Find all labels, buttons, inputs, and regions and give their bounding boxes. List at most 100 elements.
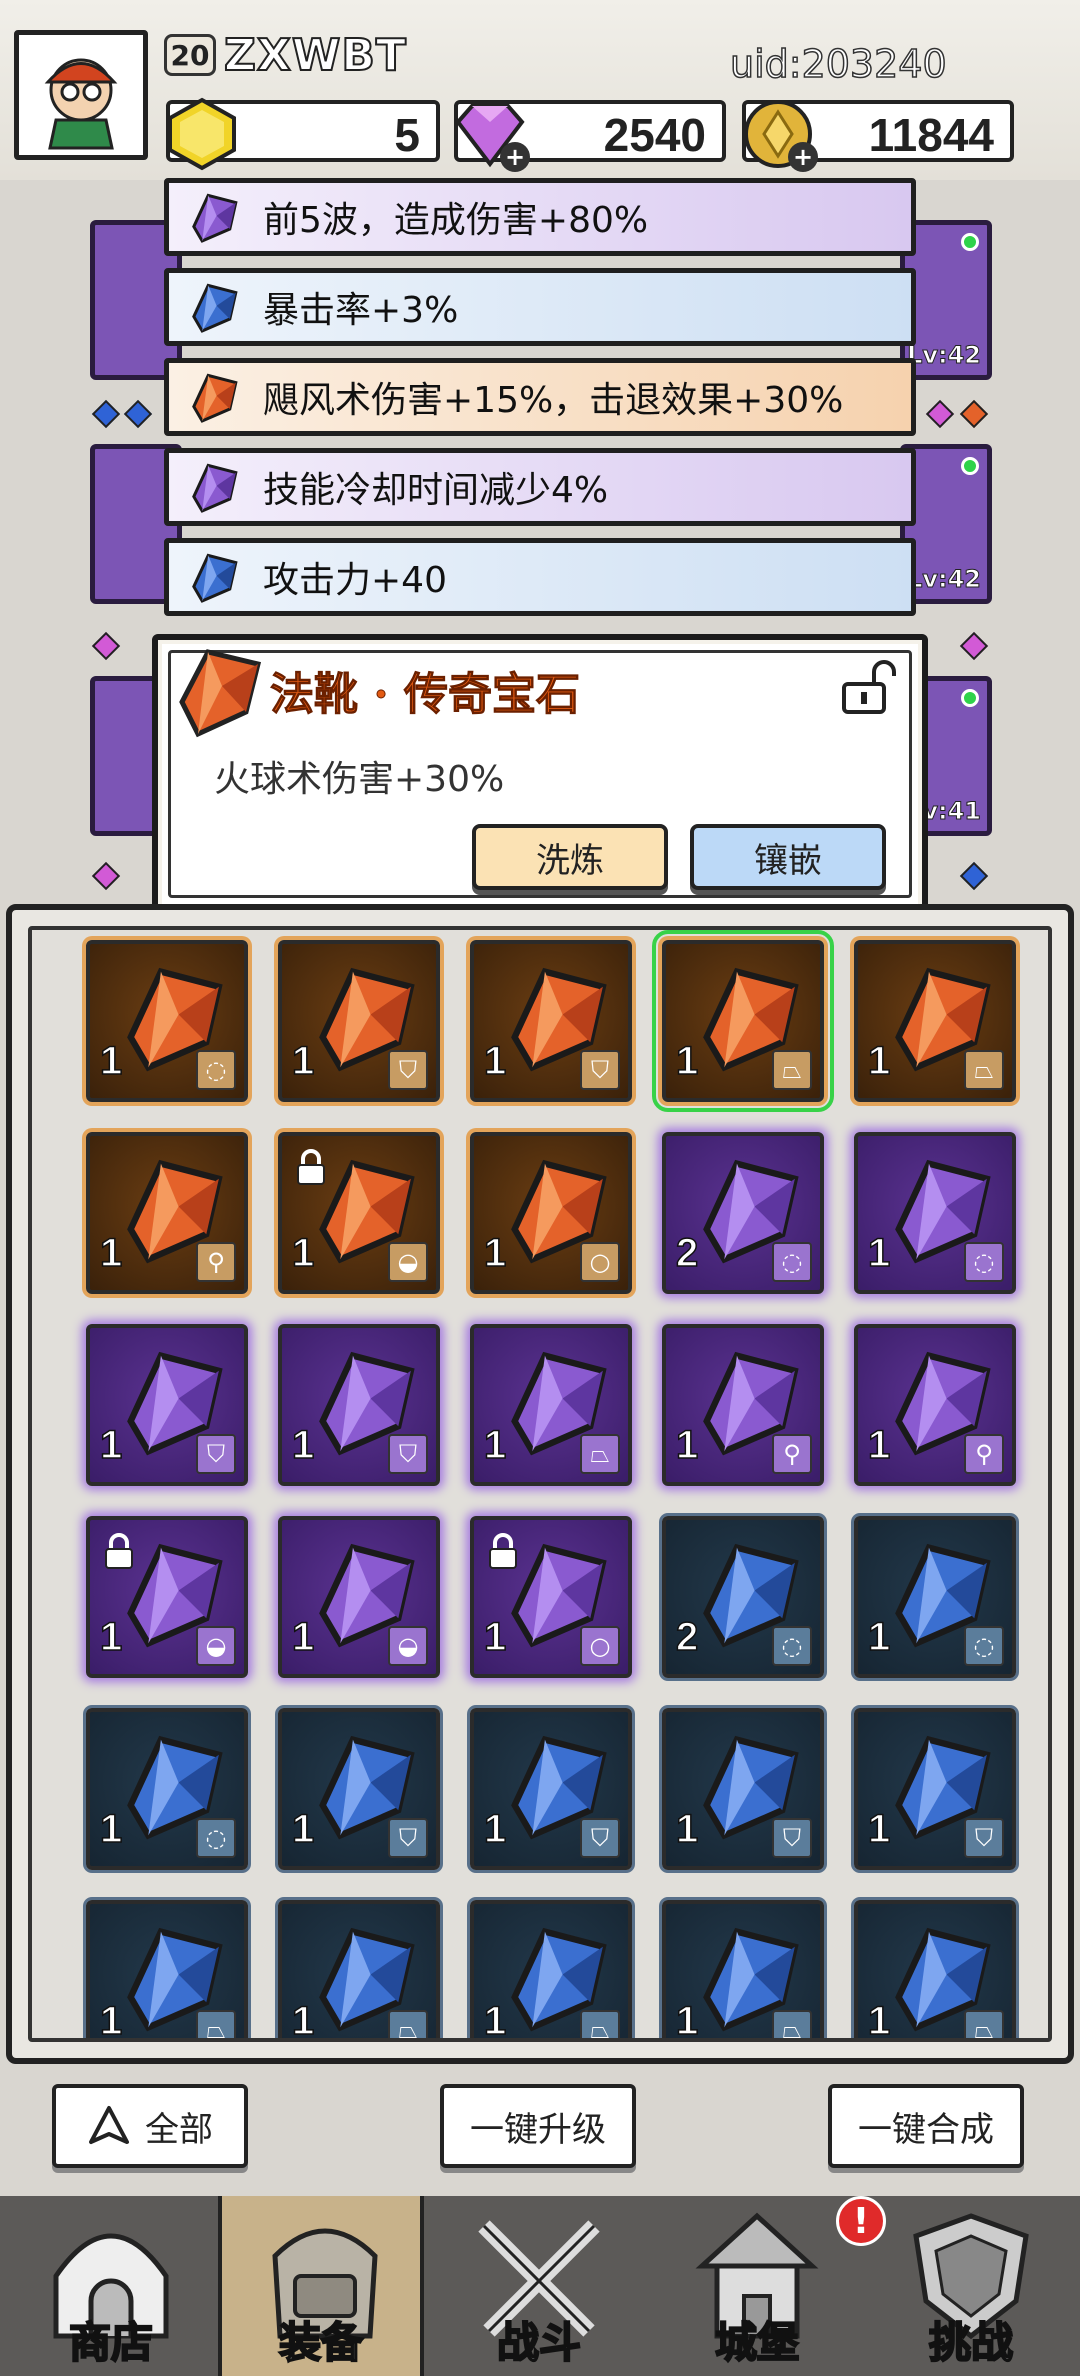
nav-shop[interactable]: 商店	[8, 2196, 214, 2376]
gem-slot[interactable]: 1 ⛉	[470, 1708, 632, 1870]
gem-slot[interactable]: 1 ⛉	[854, 1708, 1016, 1870]
gem-count: 1	[291, 1038, 315, 1084]
ring-slot-type-icon: ◌	[196, 1818, 236, 1858]
gem-slot[interactable]: 1 ⛉	[86, 1324, 248, 1486]
equipment-level: Lv:42	[907, 341, 982, 370]
nav-battle-label: 战斗	[496, 2317, 582, 2368]
armor-slot-type-icon: ⛉	[772, 1818, 812, 1858]
purple-gem-icon	[183, 457, 243, 517]
hat-slot-type-icon: ◒	[388, 1626, 428, 1666]
gem-slot[interactable]: 1 ⛉	[278, 1708, 440, 1870]
gem-slot[interactable]: 1 ⏢	[854, 940, 1016, 1102]
top-header: 20 ZXWBT uid:203240 5 + 2540 + 11844	[0, 0, 1080, 180]
gem-slot[interactable]: 1 ○	[470, 1132, 632, 1294]
bottom-navigation: 商店 装备 战斗 城堡 挑战	[0, 2196, 1080, 2376]
add-coin-button[interactable]: +	[788, 142, 818, 172]
nav-battle[interactable]: 战斗	[436, 2196, 642, 2376]
gem-slot[interactable]: 1 ◒	[278, 1516, 440, 1678]
add-gem-button[interactable]: +	[500, 142, 530, 172]
armor-slot-type-icon: ⛉	[964, 1818, 1004, 1858]
gem-slot[interactable]: 2 ◌	[662, 1516, 824, 1678]
hat-slot-type-icon: ◒	[388, 1242, 428, 1282]
gem-detail-popup: 法靴 · 传奇宝石 火球术伤害+30% 洗炼 镶嵌	[152, 634, 928, 914]
affix-text: 飓风术伤害+15%，击退效果+30%	[263, 380, 844, 421]
gem-count: 1	[99, 1806, 123, 1852]
gem-count: 1	[867, 1230, 891, 1276]
gem-count: 1	[99, 1038, 123, 1084]
gem-slot[interactable]: 1 ⛉	[278, 940, 440, 1102]
gem-count: 1	[867, 1422, 891, 1468]
gem-slot[interactable]: 1 ⛉	[662, 1708, 824, 1870]
gem-slot[interactable]: 1 ⚲	[854, 1324, 1016, 1486]
triangle-filter-icon	[89, 2106, 129, 2144]
upgrade-all-button[interactable]: 一键升级	[440, 2084, 636, 2168]
affix-row: 攻击力+40	[164, 538, 916, 616]
player-name: ZXWBT	[223, 29, 407, 82]
gem-slot[interactable]: 1 ⚲	[86, 1132, 248, 1294]
player-avatar[interactable]	[14, 30, 148, 160]
socket-diamond-icon	[91, 861, 121, 891]
gem-count: 1	[675, 1422, 699, 1468]
boots-slot-type-icon: ⏢	[580, 2010, 620, 2038]
nav-equipment[interactable]: 装备	[218, 2196, 424, 2376]
gem-slot[interactable]: 1 ⛉	[278, 1324, 440, 1486]
player-level-badge: 20	[164, 34, 216, 76]
armor-slot-type-icon: ⛉	[388, 1434, 428, 1474]
gem-count: 1	[867, 1038, 891, 1084]
gem-slot[interactable]: 1 ⏢	[470, 1324, 632, 1486]
merge-all-button[interactable]: 一键合成	[828, 2084, 1024, 2168]
socket-diamond-icon	[123, 399, 153, 429]
gem-slot[interactable]: 1 ◌	[86, 1708, 248, 1870]
gem-slot[interactable]: 2 ◌	[662, 1132, 824, 1294]
affix-text: 技能冷却时间减少4%	[263, 470, 609, 511]
gem-count: 1	[99, 1422, 123, 1468]
gold-cube-resource: 5	[166, 97, 440, 171]
refine-button[interactable]: 洗炼	[472, 824, 668, 890]
gem-count: 1	[291, 1998, 315, 2042]
gold-cube-value: 5	[394, 109, 420, 161]
gem-count: 1	[291, 1230, 315, 1276]
armor-slot-type-icon: ⛉	[388, 1050, 428, 1090]
gem-slot[interactable]: 1 ○	[470, 1516, 632, 1678]
gem-slot[interactable]: 1 ⏢	[278, 1900, 440, 2042]
gem-slot[interactable]: 1 ⏢	[652, 930, 834, 1112]
armor-slot-type-icon: ⛉	[580, 1050, 620, 1090]
gem-slot[interactable]: 1 ◌	[854, 1132, 1016, 1294]
orange-gem-icon	[183, 367, 243, 427]
nav-castle[interactable]: 城堡	[654, 2196, 860, 2376]
nav-challenge[interactable]: 挑战	[868, 2196, 1074, 2376]
gem-slot[interactable]: 1 ⏢	[854, 1900, 1016, 2038]
gem-slot[interactable]: 1 ◌	[86, 940, 248, 1102]
gem-slot[interactable]: 1 ⚲	[662, 1324, 824, 1486]
hat-slot-type-icon: ◒	[196, 1626, 236, 1666]
unlock-icon[interactable]	[836, 656, 896, 716]
gem-slot[interactable]: 1 ⏢	[470, 1900, 632, 2038]
equipment-level: Lv:42	[907, 565, 982, 594]
gem-slot[interactable]: 1 ⛉	[470, 940, 632, 1102]
gem-resource[interactable]: + 2540	[454, 100, 726, 172]
staff-slot-type-icon: ⚲	[772, 1434, 812, 1474]
ring-slot-type-icon: ◌	[964, 1626, 1004, 1666]
lock-icon	[294, 1148, 328, 1186]
ring-slot-type-icon: ◌	[772, 1242, 812, 1282]
coin-resource[interactable]: + 11844	[742, 100, 1014, 172]
gem-slot[interactable]: 1 ◒	[278, 1132, 440, 1294]
inventory-scroll-area[interactable]: 1◌ 1⛉ 1⛉ 1⏢ 1⏢ 1⚲ 1◒ 1○ 2◌ 1◌	[28, 926, 1052, 2042]
status-bar-text: uid:203240	[729, 41, 947, 87]
lock-icon	[102, 1532, 136, 1570]
inlay-button[interactable]: 镶嵌	[690, 824, 886, 890]
gem-count: 1	[483, 1230, 507, 1276]
gold-cube-icon	[168, 97, 236, 171]
ready-indicator	[961, 689, 979, 707]
ring-slot-type-icon: ◌	[964, 1242, 1004, 1282]
gem-count: 1	[291, 1614, 315, 1660]
gem-count: 1	[291, 1422, 315, 1468]
affix-row: 暴击率+3%	[164, 268, 916, 346]
boots-slot-type-icon: ⏢	[388, 2010, 428, 2038]
gem-slot[interactable]: 1 ⏢	[86, 1900, 248, 2038]
avatar-portrait-icon	[44, 58, 118, 150]
gem-slot[interactable]: 1 ◒	[86, 1516, 248, 1678]
filter-all-button[interactable]: 全部	[52, 2084, 248, 2168]
gem-slot[interactable]: 1 ◌	[854, 1516, 1016, 1678]
gem-slot[interactable]: 1 ⏢	[662, 1900, 824, 2038]
